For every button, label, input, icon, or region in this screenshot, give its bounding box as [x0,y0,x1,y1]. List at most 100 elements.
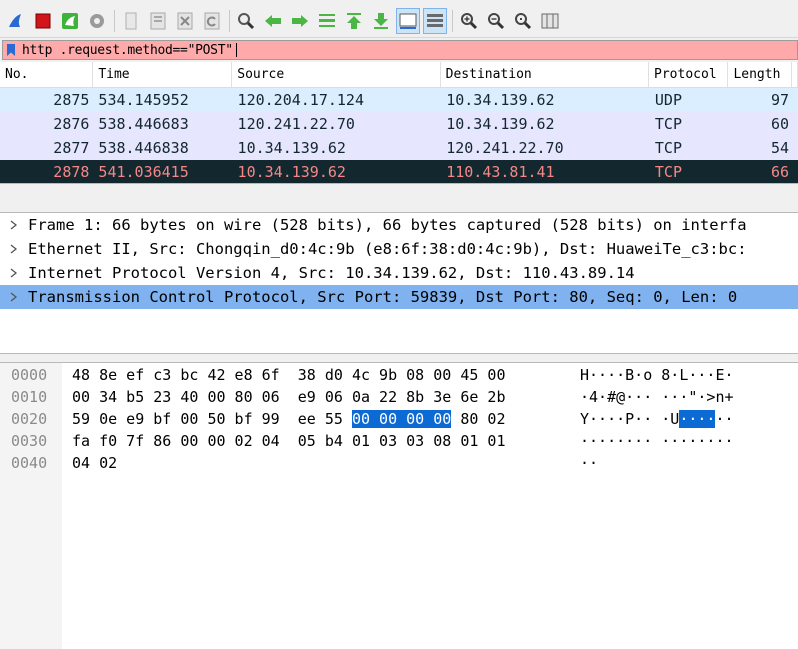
packet-length: 97 [770,91,790,109]
expand-chevron-icon[interactable] [0,268,28,278]
column-header-protocol[interactable]: Protocol [649,62,729,87]
go-to-packet-icon [319,13,335,27]
ascii-bytes[interactable]: ········ ········ [580,432,734,450]
packet-info: 8 [793,88,798,112]
column-header-no[interactable]: No. [0,62,94,87]
detail-row-ip[interactable]: Internet Protocol Version 4, Src: 10.34.… [0,261,798,285]
display-filter-input[interactable]: http .request.method=="POST" [2,40,798,60]
zoom-out-icon [488,12,505,29]
column-header-time[interactable]: Time [93,62,233,87]
packet-source: 120.204.17.124 [237,91,364,109]
detail-row-ethernet[interactable]: Ethernet II, Src: Chongqin_d0:4c:9b (e8:… [0,237,798,261]
go-forward-button[interactable] [288,8,312,34]
go-back-button[interactable] [261,8,285,34]
go-first-icon [347,12,361,29]
capture-options-button[interactable] [85,8,109,34]
packet-details-tree: Frame 1: 66 bytes on wire (528 bits), 66… [0,212,798,354]
expand-chevron-icon[interactable] [0,220,28,230]
auto-scroll-icon [399,13,417,29]
expand-chevron-icon[interactable] [0,244,28,254]
toolbar-separator [452,9,453,32]
packet-destination: 10.34.139.62 [446,91,555,109]
resize-columns-button[interactable] [538,8,562,34]
zoom-in-button[interactable] [457,8,481,34]
pane-splitter[interactable] [0,184,798,212]
colorize-button[interactable] [423,7,447,34]
packet-info [793,160,798,183]
packet-row-selected[interactable]: 2878 541.036415 10.34.139.62 110.43.81.4… [0,160,798,183]
save-file-icon [150,12,166,29]
close-file-icon [177,12,193,29]
packet-list: No. Time Source Destination Protocol Len… [0,62,798,184]
open-file-button[interactable] [119,8,143,34]
packet-length: 66 [770,163,790,181]
detail-text: Internet Protocol Version 4, Src: 10.34.… [28,264,635,282]
packet-no: 2878 [53,163,90,181]
hex-bytes[interactable]: 00 34 b5 23 40 00 80 06 e9 06 0a 22 8b 3… [72,388,505,406]
packet-protocol: TCP [654,115,682,133]
packet-list-header: No. Time Source Destination Protocol Len… [0,62,798,88]
ascii-bytes[interactable]: ·4·#@··· ···"·>n+ [580,388,734,406]
go-to-packet-button[interactable] [315,8,339,34]
find-packet-button[interactable] [234,8,258,34]
packet-protocol: UDP [654,91,682,109]
packet-destination: 110.43.81.41 [446,163,555,181]
hex-bytes[interactable]: fa f0 7f 86 00 00 02 04 05 b4 01 03 03 0… [72,432,505,450]
stop-capture-icon [35,13,51,28]
close-file-button[interactable] [173,8,197,34]
colorize-icon [427,13,443,27]
detail-text: Frame 1: 66 bytes on wire (528 bits), 66… [28,216,747,234]
column-header-destination[interactable]: Destination [441,62,650,87]
find-packet-icon [238,12,255,29]
restart-capture-button[interactable] [58,8,82,34]
go-last-button[interactable] [369,8,393,34]
packet-source: 120.241.22.70 [237,115,355,133]
ascii-bytes[interactable]: H····B·o 8·L···E· [580,366,734,384]
bookmark-icon[interactable] [3,41,19,59]
reload-file-button[interactable] [200,8,224,34]
go-first-button[interactable] [342,8,366,34]
packet-info [793,136,798,160]
packet-time: 541.036415 [98,163,189,181]
toolbar-separator [229,9,230,32]
save-file-button[interactable] [146,8,170,34]
byte-offset: 0000 [11,366,48,384]
byte-offset: 0010 [11,388,48,406]
packet-source: 10.34.139.62 [237,139,346,157]
zoom-out-button[interactable] [484,8,508,34]
text-caret [235,43,237,57]
capture-options-icon [90,13,104,28]
packet-destination: 120.241.22.70 [446,139,564,157]
packet-source: 10.34.139.62 [237,163,346,181]
open-file-icon [125,12,137,29]
expand-chevron-icon[interactable] [0,292,28,302]
hex-bytes[interactable]: 04 02 [72,454,117,472]
start-capture-button[interactable] [4,8,28,34]
pane-splitter[interactable] [0,354,798,362]
hex-bytes[interactable]: 48 8e ef c3 bc 42 e8 6f 38 d0 4c 9b 08 0… [72,366,505,384]
packet-row[interactable]: 2877 538.446838 10.34.139.62 120.241.22.… [0,136,798,160]
byte-offset: 0040 [11,454,48,472]
detail-row-tcp[interactable]: Transmission Control Protocol, Src Port:… [0,285,798,309]
column-header-length[interactable]: Length [728,62,792,87]
hex-bytes[interactable]: 59 0e e9 bf 00 50 bf 99 ee 55 00 00 00 0… [72,410,506,428]
resize-columns-icon [541,13,559,28]
ascii-bytes[interactable]: Y····P·· ·U······ [580,410,734,428]
packet-destination: 10.34.139.62 [446,115,555,133]
packet-row[interactable]: 2875 534.145952 120.204.17.124 10.34.139… [0,88,798,112]
packet-info [793,112,798,136]
packet-protocol: TCP [654,139,682,157]
packet-row[interactable]: 2876 538.446683 120.241.22.70 10.34.139.… [0,112,798,136]
ascii-bytes[interactable]: ·· [580,454,598,472]
detail-row-frame[interactable]: Frame 1: 66 bytes on wire (528 bits), 66… [0,213,798,237]
column-header-info[interactable] [792,62,798,87]
stop-capture-button[interactable] [31,8,55,34]
column-header-source[interactable]: Source [232,62,441,87]
restart-capture-icon [62,12,78,29]
auto-scroll-button[interactable] [396,7,420,34]
main-toolbar [0,4,798,38]
packet-time: 538.446838 [98,139,189,157]
zoom-normal-button[interactable] [511,8,535,34]
packet-protocol: TCP [654,163,682,181]
byte-offset: 0020 [11,410,48,428]
